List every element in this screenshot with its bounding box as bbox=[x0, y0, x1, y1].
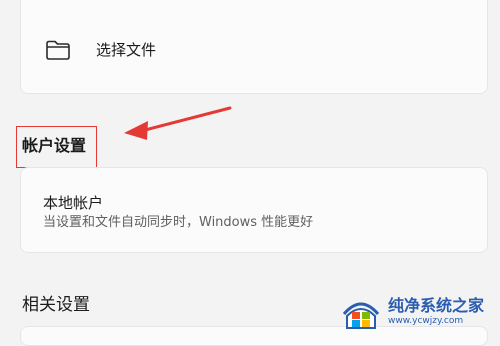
watermark-text: 纯净系统之家 www.ycwjzy.com bbox=[388, 298, 484, 326]
watermark-name: 纯净系统之家 bbox=[388, 296, 485, 315]
folder-icon bbox=[46, 40, 70, 60]
annotation-highlight-box bbox=[16, 126, 97, 168]
local-account-card[interactable]: 本地帐户 当设置和文件自动同步时，Windows 性能更好 bbox=[20, 167, 488, 253]
watermark-logo-icon bbox=[342, 302, 380, 329]
related-settings-heading: 相关设置 bbox=[22, 295, 90, 315]
choose-file-card[interactable]: 选择文件 bbox=[20, 0, 488, 94]
annotation-arrow bbox=[124, 106, 232, 140]
watermark: 纯净系统之家 www.ycwjzy.com bbox=[340, 292, 484, 332]
choose-file-label: 选择文件 bbox=[96, 41, 157, 59]
local-account-description: 当设置和文件自动同步时，Windows 性能更好 bbox=[43, 215, 314, 230]
watermark-url: www.ycwjzy.com bbox=[388, 316, 464, 326]
local-account-title: 本地帐户 bbox=[43, 194, 104, 212]
